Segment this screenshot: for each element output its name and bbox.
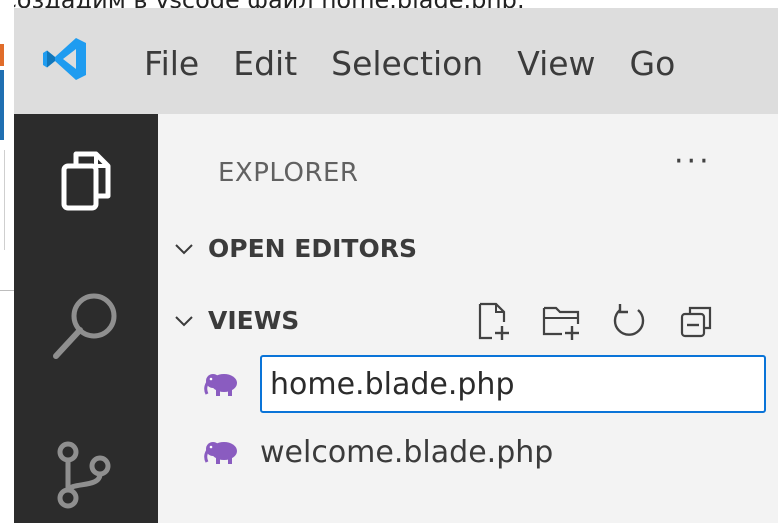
- explorer-sidebar: EXPLORER ··· OPEN EDITORS VIEWS home.bla…: [158, 114, 778, 523]
- menu-file[interactable]: File: [144, 44, 199, 84]
- more-actions-button[interactable]: ···: [674, 144, 712, 179]
- menu-selection[interactable]: Selection: [331, 44, 483, 84]
- new-folder-icon[interactable]: [540, 300, 582, 342]
- views-toolbar: [472, 300, 718, 342]
- search-icon[interactable]: [44, 284, 128, 368]
- rename-file-input[interactable]: [260, 355, 766, 413]
- section-views[interactable]: VIEWS: [172, 306, 299, 335]
- title-bar: File Edit Selection View Go: [14, 8, 778, 114]
- strip-mark: [0, 70, 4, 140]
- strip-divider: [0, 290, 14, 291]
- strip-divider: [4, 150, 5, 250]
- file-rename-row: [204, 354, 766, 414]
- vscode-logo-icon: [43, 38, 86, 80]
- file-row-welcome[interactable]: welcome.blade.php: [204, 422, 553, 482]
- section-label: VIEWS: [208, 306, 300, 335]
- collapse-all-icon[interactable]: [676, 300, 718, 342]
- explorer-icon[interactable]: [44, 140, 128, 224]
- explorer-title: EXPLORER: [218, 158, 359, 188]
- source-control-icon[interactable]: [44, 432, 128, 516]
- chevron-down-icon: [175, 243, 193, 254]
- background-page-strip: [0, 0, 14, 523]
- screenshot-root: Создадим в vscode файл home.blade.php: F…: [0, 0, 778, 523]
- php-elephant-icon: [204, 442, 237, 464]
- menu-edit[interactable]: Edit: [233, 44, 297, 84]
- menu-view[interactable]: View: [517, 44, 595, 84]
- new-file-icon[interactable]: [472, 300, 514, 342]
- menu-go[interactable]: Go: [630, 44, 676, 84]
- refresh-icon[interactable]: [608, 300, 650, 342]
- section-label: OPEN EDITORS: [208, 234, 417, 263]
- activity-bar: [14, 114, 158, 523]
- php-elephant-icon: [204, 374, 237, 396]
- chevron-down-icon: [175, 315, 193, 326]
- file-name: welcome.blade.php: [260, 434, 554, 470]
- menu-bar: File Edit Selection View Go: [144, 44, 709, 84]
- section-open-editors[interactable]: OPEN EDITORS: [172, 234, 417, 263]
- strip-mark: [0, 44, 4, 66]
